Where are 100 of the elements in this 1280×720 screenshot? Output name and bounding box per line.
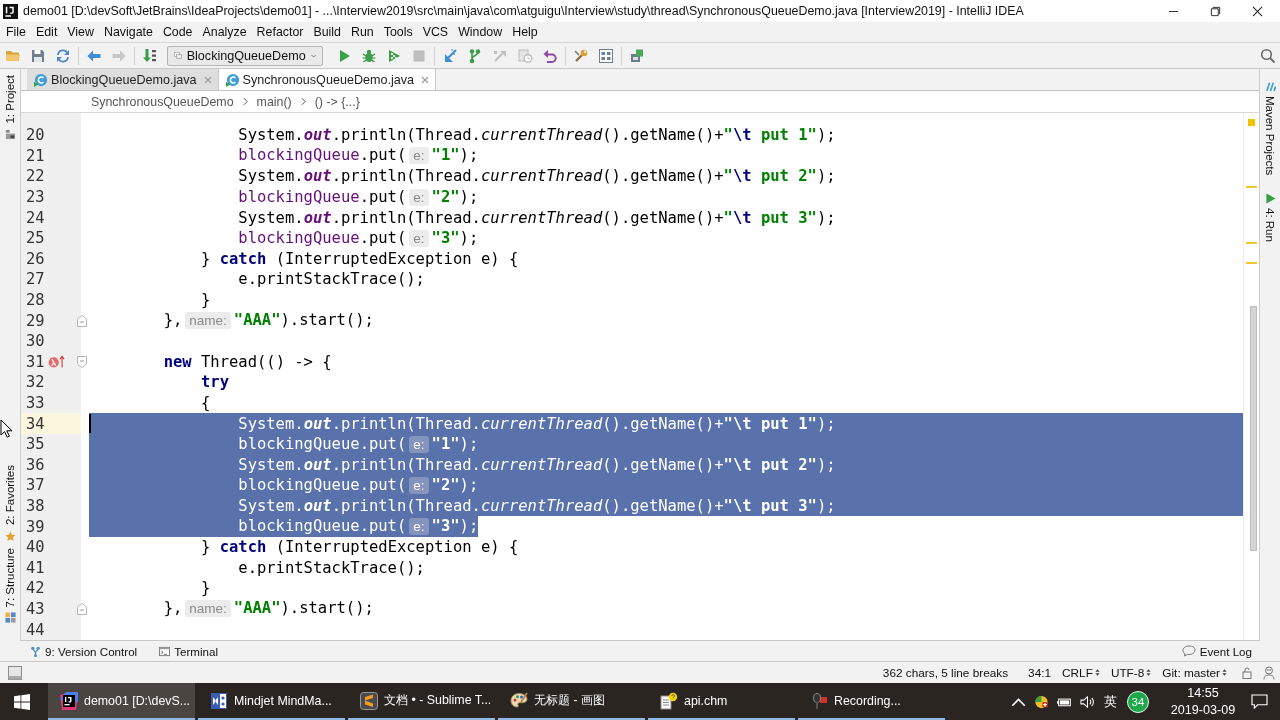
caret-icon xyxy=(310,52,316,59)
status-widget[interactable]: CRLF xyxy=(1062,665,1100,680)
line-number: 44 xyxy=(26,620,46,639)
caret-position[interactable]: 34:1 xyxy=(1028,665,1052,680)
editor-tab[interactable]: BlockingQueueDemo.java xyxy=(27,69,219,90)
menu-item[interactable]: Refactor xyxy=(256,25,304,39)
bug-icon[interactable] xyxy=(361,47,377,64)
taskbar-item[interactable]: Recording... xyxy=(798,683,945,720)
menu-item[interactable]: Help xyxy=(512,25,538,39)
close-icon[interactable] xyxy=(1252,5,1263,17)
tool-window-button[interactable]: 9: Version Control xyxy=(30,644,138,658)
updown-arrows-icon xyxy=(1146,668,1152,677)
code-line: System.out.println(Thread.currentThread().getName()+"\t put 3"); xyxy=(238,497,836,515)
arrow-down-left-icon[interactable] xyxy=(442,47,458,64)
status-widget[interactable]: UTF-8 xyxy=(1110,665,1152,680)
taskbar-item[interactable]: Mindjet MindMa... xyxy=(198,683,345,720)
search-icon[interactable] xyxy=(1260,47,1276,64)
selection-info: 362 chars, 5 line breaks xyxy=(882,665,1009,680)
save-icon[interactable] xyxy=(30,47,46,64)
editor-tab[interactable]: SynchronousQueueDemo.java xyxy=(218,69,437,90)
notification-icon[interactable] xyxy=(1251,694,1268,709)
taskbar-item[interactable]: 无标题 - 画图 xyxy=(498,683,645,720)
palette-icon xyxy=(510,691,528,710)
taskbar-item[interactable]: api.chm xyxy=(648,683,795,720)
tool-window-button[interactable]: 7: Structure xyxy=(4,547,16,623)
help-document-icon xyxy=(660,691,678,710)
line-number: 40 xyxy=(26,538,46,557)
build-icon[interactable] xyxy=(142,47,158,64)
line-number: 42 xyxy=(26,579,46,598)
code-line: } catch (InterruptedException e) { xyxy=(200,249,519,268)
menu-item[interactable]: View xyxy=(67,25,94,39)
star-icon xyxy=(4,530,16,542)
tool-window-button[interactable]: 1: Project xyxy=(4,75,16,140)
taskbar-item[interactable]: 文档 • - Sublime T... xyxy=(348,683,495,720)
menu-item[interactable]: Analyze xyxy=(202,25,247,39)
app-logo-icon xyxy=(60,691,78,710)
module-icon[interactable] xyxy=(629,47,645,64)
branch-icon[interactable] xyxy=(467,47,483,64)
menu-item[interactable]: File xyxy=(6,25,26,39)
speaker-icon[interactable] xyxy=(1080,694,1095,709)
menu-item[interactable]: VCS xyxy=(422,25,449,39)
menu-item[interactable]: Build xyxy=(313,25,341,39)
breadcrumb-item[interactable]: main() xyxy=(256,94,292,109)
fold-marker-icon[interactable] xyxy=(77,355,87,368)
lock-icon[interactable] xyxy=(1242,666,1252,679)
clock-time[interactable]: 14:55 xyxy=(1187,684,1219,702)
tool-window-button[interactable]: 4: Run xyxy=(1264,193,1276,243)
fold-marker-icon[interactable] xyxy=(77,314,87,327)
code-line: e.printStackTrace(); xyxy=(238,558,425,577)
menu-item[interactable]: Edit xyxy=(35,25,58,39)
grid-icon[interactable] xyxy=(598,47,614,64)
line-number: 25 xyxy=(26,229,46,248)
speech-bubble-icon xyxy=(1181,645,1196,657)
input-method-indicator[interactable]: 英 xyxy=(1104,692,1117,711)
taskbar-item[interactable]: demo01 [D:\devS... xyxy=(48,683,195,720)
line-number: 22 xyxy=(26,167,46,186)
undo-arrow-icon[interactable] xyxy=(542,47,558,64)
breadcrumb-item[interactable]: () -> {...} xyxy=(314,94,360,109)
tool-window-button[interactable]: Terminal xyxy=(159,644,218,658)
coverage-icon[interactable] xyxy=(386,47,402,64)
tool-window-button[interactable]: Event Log xyxy=(1181,644,1252,658)
breadcrumb-item[interactable]: SynchronousQueueDemo xyxy=(91,94,234,109)
start-icon[interactable] xyxy=(14,693,30,710)
menu-item[interactable]: Code xyxy=(162,25,193,39)
menu-item[interactable]: Window xyxy=(458,25,503,39)
clock-date[interactable]: 2019-03-09 xyxy=(1170,701,1236,719)
fold-marker-icon[interactable] xyxy=(77,602,87,615)
code-line: }, name: "AAA").start(); xyxy=(163,599,374,619)
restore-icon[interactable] xyxy=(1210,5,1221,17)
tool-window-button[interactable]: Maven Projects xyxy=(1264,81,1276,176)
wrench-icon[interactable] xyxy=(573,47,589,64)
mouse-pointer-icon xyxy=(0,419,12,438)
status-widget[interactable]: Git: master xyxy=(1162,665,1227,680)
menu-item[interactable]: Run xyxy=(351,25,374,39)
history-icon[interactable] xyxy=(517,47,533,64)
slanted-lines-icon xyxy=(1264,81,1276,92)
line-number: 34 xyxy=(26,414,46,433)
scrollbar-thumb[interactable] xyxy=(1250,306,1257,551)
line-number: 21 xyxy=(26,146,46,165)
code-line: System.out.println(Thread.currentThread().getName()+"\t put 1"); xyxy=(238,414,836,433)
window-icon xyxy=(174,50,182,61)
terminal-icon xyxy=(159,645,171,657)
code-line: } xyxy=(200,291,211,310)
shield-plus-icon[interactable] xyxy=(1034,694,1049,709)
line-number: 23 xyxy=(26,188,46,207)
gutter-marker-icon[interactable] xyxy=(48,355,66,369)
code-line: blockingQueue.put( e: "1"); xyxy=(238,146,479,166)
person-icon[interactable] xyxy=(1263,665,1275,680)
code-line: blockingQueue.put( e: "2"); xyxy=(238,187,479,207)
menu-item[interactable]: Navigate xyxy=(103,25,153,39)
line-number: 32 xyxy=(26,373,46,392)
run-configuration-dropdown[interactable]: BlockingQueueDemo xyxy=(167,45,323,66)
code-line: } catch (InterruptedException e) { xyxy=(200,538,519,557)
refresh-icon[interactable] xyxy=(55,47,71,64)
panel-toggle-icon[interactable] xyxy=(8,665,22,680)
line-number: 43 xyxy=(26,599,46,618)
tool-window-button[interactable]: 2: Favorites xyxy=(4,465,16,542)
menu-item[interactable]: Tools xyxy=(383,25,413,39)
line-number: 28 xyxy=(26,291,46,310)
code-line: System.out.println(Thread.currentThread().getName()+"\t put 2"); xyxy=(238,455,836,474)
